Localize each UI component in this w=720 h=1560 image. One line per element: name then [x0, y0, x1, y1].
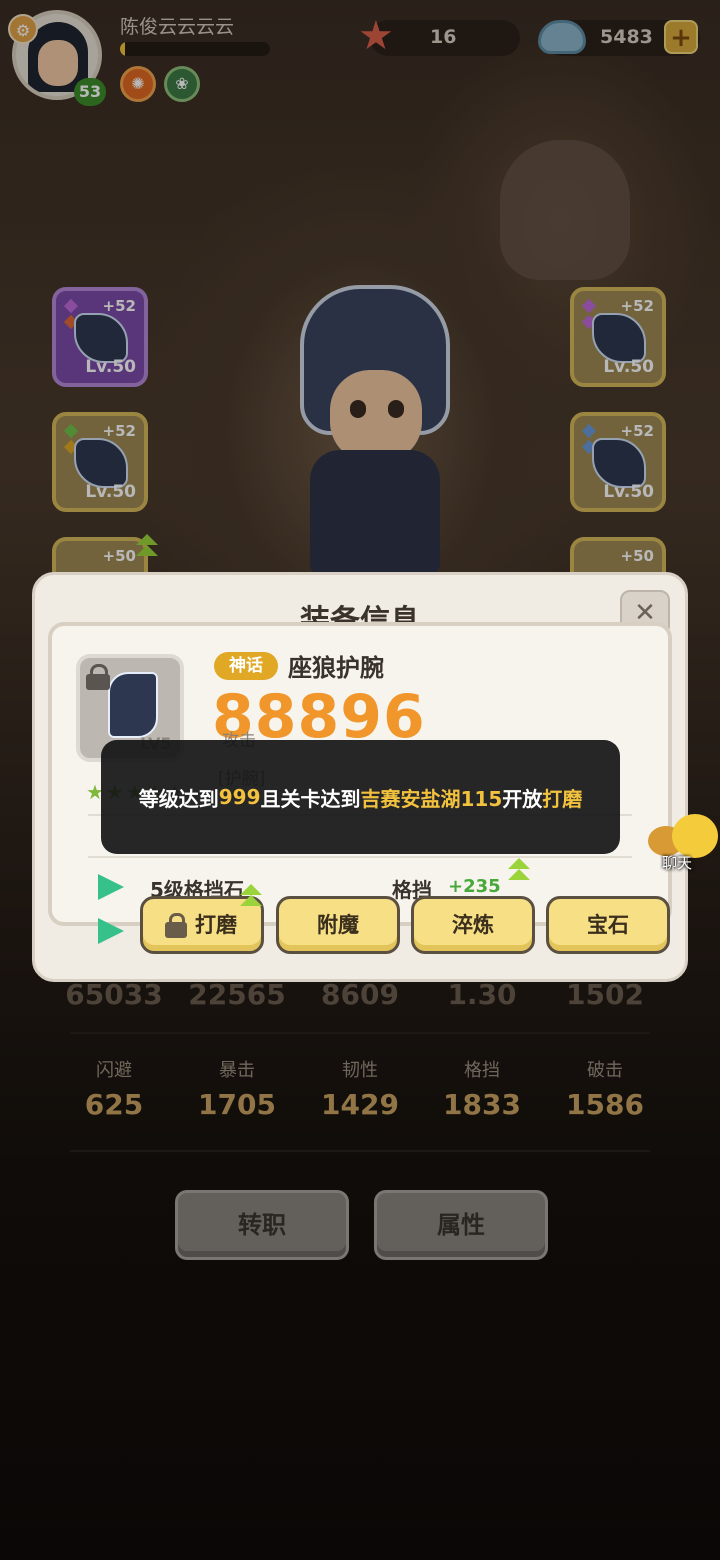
gem-stat-value: +235 [448, 876, 501, 897]
block-gem-icon [96, 916, 126, 946]
gem-button[interactable]: 宝石 [546, 896, 670, 954]
item-name: 座狼护腕 [288, 654, 384, 682]
upgrade-arrow-icon [504, 858, 532, 888]
enchant-button[interactable]: 附魔 [276, 896, 400, 954]
temper-button[interactable]: 淬炼 [411, 896, 535, 954]
lock-icon[interactable] [86, 664, 110, 690]
upgrade-arrow-icon [236, 884, 264, 914]
block-gem-icon [96, 872, 126, 902]
chat-button[interactable]: 聊天 [648, 812, 720, 874]
bracer-icon [108, 672, 158, 738]
rarity-badge: 神话 [214, 652, 278, 680]
lock-icon [165, 913, 187, 939]
unlock-requirement-toast: 等级达到 999 且关卡达到 吉赛安盐湖115 开放 打磨 [101, 740, 620, 854]
